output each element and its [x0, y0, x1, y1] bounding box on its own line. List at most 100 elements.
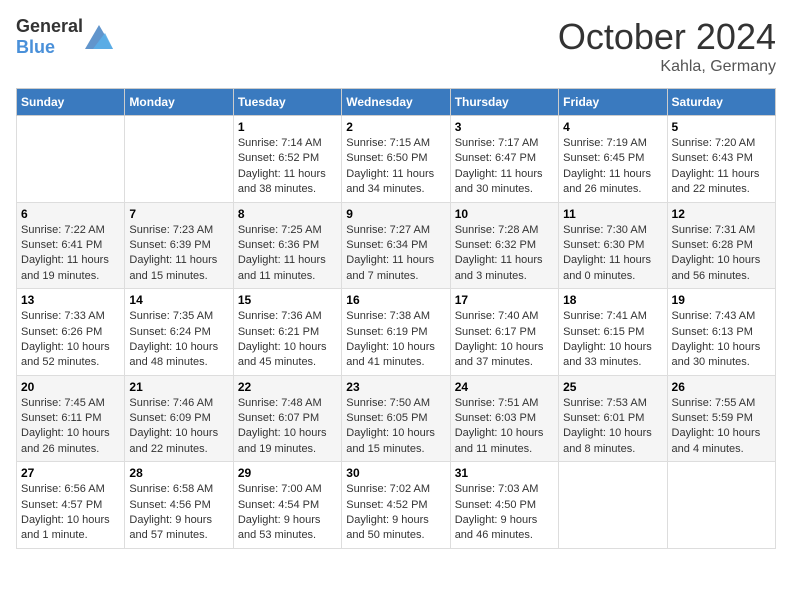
- day-number: 5: [672, 120, 771, 134]
- col-friday: Friday: [559, 89, 667, 116]
- day-number: 17: [455, 293, 554, 307]
- day-number: 27: [21, 466, 120, 480]
- day-number: 24: [455, 380, 554, 394]
- cell-4-6: 25Sunrise: 7:53 AM Sunset: 6:01 PM Dayli…: [559, 375, 667, 462]
- cell-5-6: [559, 462, 667, 549]
- logo-blue: Blue: [16, 37, 55, 57]
- day-number: 10: [455, 207, 554, 221]
- cell-2-5: 10 Sunrise: 7:28 AM Sunset: 6:32 PM Dayli…: [450, 202, 558, 289]
- title-block: October 2024 Kahla, Germany: [558, 16, 776, 76]
- day-number: 22: [238, 380, 337, 394]
- day-detail: Sunrise: 7:31 AM Sunset: 6:28 PM Dayligh…: [672, 223, 771, 285]
- col-saturday: Saturday: [667, 89, 775, 116]
- day-detail: Sunrise: 7:36 AM Sunset: 6:21 PM Dayligh…: [238, 309, 337, 371]
- day-number: 6: [21, 207, 120, 221]
- col-monday: Monday: [125, 89, 233, 116]
- cell-1-1: [17, 116, 125, 203]
- week-row-4: 20Sunrise: 7:45 AM Sunset: 6:11 PM Dayli…: [17, 375, 776, 462]
- cell-2-6: 11Sunrise: 7:30 AM Sunset: 6:30 PM Dayli…: [559, 202, 667, 289]
- logo: General Blue: [16, 16, 113, 58]
- day-number: 11: [563, 207, 662, 221]
- col-thursday: Thursday: [450, 89, 558, 116]
- col-tuesday: Tuesday: [233, 89, 341, 116]
- day-number: 1: [238, 120, 337, 134]
- day-number: 9: [346, 207, 445, 221]
- location-title: Kahla, Germany: [558, 58, 776, 76]
- cell-5-5: 31Sunrise: 7:03 AM Sunset: 4:50 PM Dayli…: [450, 462, 558, 549]
- day-detail: Sunrise: 7:38 AM Sunset: 6:19 PM Dayligh…: [346, 309, 445, 371]
- day-detail: Sunrise: 7:51 AM Sunset: 6:03 PM Dayligh…: [455, 396, 554, 458]
- day-detail: Sunrise: 7:43 AM Sunset: 6:13 PM Dayligh…: [672, 309, 771, 371]
- day-number: 15: [238, 293, 337, 307]
- cell-5-7: [667, 462, 775, 549]
- day-detail: Sunrise: 7:20 AM Sunset: 6:43 PM Dayligh…: [672, 136, 771, 198]
- day-detail: Sunrise: 7:45 AM Sunset: 6:11 PM Dayligh…: [21, 396, 120, 458]
- week-row-1: 1 Sunrise: 7:14 AM Sunset: 6:52 PM Daylig…: [17, 116, 776, 203]
- day-number: 26: [672, 380, 771, 394]
- day-detail: Sunrise: 7:46 AM Sunset: 6:09 PM Dayligh…: [129, 396, 228, 458]
- day-number: 18: [563, 293, 662, 307]
- cell-4-7: 26 Sunrise: 7:55 AM Sunset: 5:59 PM Dayli…: [667, 375, 775, 462]
- day-detail: Sunrise: 7:14 AM Sunset: 6:52 PM Dayligh…: [238, 136, 337, 198]
- week-row-2: 6 Sunrise: 7:22 AM Sunset: 6:41 PM Daylig…: [17, 202, 776, 289]
- day-number: 25: [563, 380, 662, 394]
- page-header: General Blue October 2024 Kahla, Germany: [16, 16, 776, 76]
- cell-3-4: 16 Sunrise: 7:38 AM Sunset: 6:19 PM Dayli…: [342, 289, 450, 376]
- day-number: 8: [238, 207, 337, 221]
- week-row-5: 27 Sunrise: 6:56 AM Sunset: 4:57 PM Dayli…: [17, 462, 776, 549]
- cell-3-1: 13Sunrise: 7:33 AM Sunset: 6:26 PM Dayli…: [17, 289, 125, 376]
- cell-1-6: 4 Sunrise: 7:19 AM Sunset: 6:45 PM Daylig…: [559, 116, 667, 203]
- week-row-3: 13Sunrise: 7:33 AM Sunset: 6:26 PM Dayli…: [17, 289, 776, 376]
- day-detail: Sunrise: 7:15 AM Sunset: 6:50 PM Dayligh…: [346, 136, 445, 198]
- day-number: 30: [346, 466, 445, 480]
- day-number: 16: [346, 293, 445, 307]
- cell-2-2: 7 Sunrise: 7:23 AM Sunset: 6:39 PM Daylig…: [125, 202, 233, 289]
- col-wednesday: Wednesday: [342, 89, 450, 116]
- cell-1-3: 1 Sunrise: 7:14 AM Sunset: 6:52 PM Daylig…: [233, 116, 341, 203]
- cell-3-6: 18Sunrise: 7:41 AM Sunset: 6:15 PM Dayli…: [559, 289, 667, 376]
- day-detail: Sunrise: 7:00 AM Sunset: 4:54 PM Dayligh…: [238, 482, 337, 544]
- calendar-table: Sunday Monday Tuesday Wednesday Thursday…: [16, 88, 776, 549]
- cell-3-2: 14 Sunrise: 7:35 AM Sunset: 6:24 PM Dayli…: [125, 289, 233, 376]
- day-detail: Sunrise: 7:22 AM Sunset: 6:41 PM Dayligh…: [21, 223, 120, 285]
- day-detail: Sunrise: 7:35 AM Sunset: 6:24 PM Dayligh…: [129, 309, 228, 371]
- day-number: 29: [238, 466, 337, 480]
- cell-4-4: 23 Sunrise: 7:50 AM Sunset: 6:05 PM Dayli…: [342, 375, 450, 462]
- cell-4-5: 24 Sunrise: 7:51 AM Sunset: 6:03 PM Dayli…: [450, 375, 558, 462]
- col-sunday: Sunday: [17, 89, 125, 116]
- day-detail: Sunrise: 7:03 AM Sunset: 4:50 PM Dayligh…: [455, 482, 554, 544]
- day-number: 2: [346, 120, 445, 134]
- day-number: 23: [346, 380, 445, 394]
- day-detail: Sunrise: 7:48 AM Sunset: 6:07 PM Dayligh…: [238, 396, 337, 458]
- day-detail: Sunrise: 7:33 AM Sunset: 6:26 PM Dayligh…: [21, 309, 120, 371]
- day-detail: Sunrise: 7:23 AM Sunset: 6:39 PM Dayligh…: [129, 223, 228, 285]
- cell-2-4: 9Sunrise: 7:27 AM Sunset: 6:34 PM Daylig…: [342, 202, 450, 289]
- day-number: 4: [563, 120, 662, 134]
- cell-5-1: 27 Sunrise: 6:56 AM Sunset: 4:57 PM Dayli…: [17, 462, 125, 549]
- cell-2-1: 6 Sunrise: 7:22 AM Sunset: 6:41 PM Daylig…: [17, 202, 125, 289]
- cell-4-1: 20Sunrise: 7:45 AM Sunset: 6:11 PM Dayli…: [17, 375, 125, 462]
- day-number: 7: [129, 207, 228, 221]
- day-detail: Sunrise: 7:40 AM Sunset: 6:17 PM Dayligh…: [455, 309, 554, 371]
- day-detail: Sunrise: 7:55 AM Sunset: 5:59 PM Dayligh…: [672, 396, 771, 458]
- cell-3-7: 19Sunrise: 7:43 AM Sunset: 6:13 PM Dayli…: [667, 289, 775, 376]
- day-detail: Sunrise: 6:58 AM Sunset: 4:56 PM Dayligh…: [129, 482, 228, 544]
- cell-3-3: 15 Sunrise: 7:36 AM Sunset: 6:21 PM Dayli…: [233, 289, 341, 376]
- day-detail: Sunrise: 7:02 AM Sunset: 4:52 PM Dayligh…: [346, 482, 445, 544]
- day-detail: Sunrise: 7:25 AM Sunset: 6:36 PM Dayligh…: [238, 223, 337, 285]
- day-number: 14: [129, 293, 228, 307]
- day-number: 3: [455, 120, 554, 134]
- cell-3-5: 17 Sunrise: 7:40 AM Sunset: 6:17 PM Dayli…: [450, 289, 558, 376]
- cell-5-3: 29 Sunrise: 7:00 AM Sunset: 4:54 PM Dayli…: [233, 462, 341, 549]
- logo-general: General: [16, 16, 83, 36]
- day-detail: Sunrise: 7:19 AM Sunset: 6:45 PM Dayligh…: [563, 136, 662, 198]
- day-detail: Sunrise: 7:28 AM Sunset: 6:32 PM Dayligh…: [455, 223, 554, 285]
- day-detail: Sunrise: 7:50 AM Sunset: 6:05 PM Dayligh…: [346, 396, 445, 458]
- day-number: 21: [129, 380, 228, 394]
- cell-1-5: 3Sunrise: 7:17 AM Sunset: 6:47 PM Daylig…: [450, 116, 558, 203]
- cell-1-7: 5 Sunrise: 7:20 AM Sunset: 6:43 PM Daylig…: [667, 116, 775, 203]
- cell-1-2: [125, 116, 233, 203]
- cell-4-3: 22 Sunrise: 7:48 AM Sunset: 6:07 PM Dayli…: [233, 375, 341, 462]
- day-detail: Sunrise: 6:56 AM Sunset: 4:57 PM Dayligh…: [21, 482, 120, 544]
- logo-text: General Blue: [16, 16, 83, 58]
